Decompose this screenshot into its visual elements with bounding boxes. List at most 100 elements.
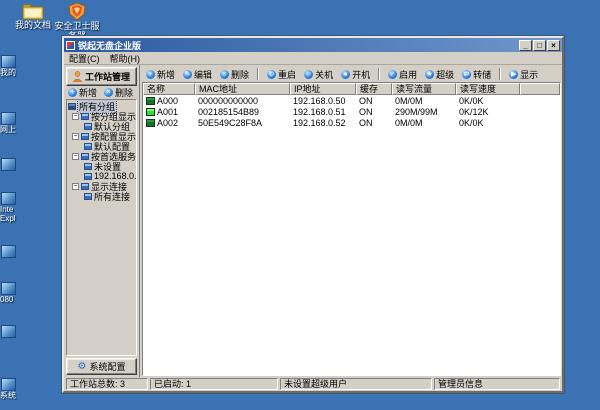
column-header-traffic[interactable]: 读写流量 [392, 83, 456, 95]
column-header-speed[interactable]: 读写速度 [456, 83, 520, 95]
person-icon [73, 71, 82, 82]
column-header-cache[interactable]: 缓存 [356, 83, 392, 95]
toolbar-label: 重启 [278, 68, 296, 81]
workstation-traffic: 0M/0M [392, 96, 456, 106]
config-icon [84, 143, 92, 150]
desktop-icon-label: Inte Expl [0, 205, 26, 223]
collapse-icon[interactable]: − [72, 133, 79, 140]
desktop-left-icon[interactable] [0, 245, 26, 258]
toolbar-label: 关机 [315, 68, 333, 81]
minimize-button[interactable]: _ [519, 40, 532, 51]
desktop-left-icon[interactable] [0, 325, 26, 338]
workstation-traffic: 0M/0M [392, 118, 456, 128]
display-icon: ▶ [509, 70, 518, 79]
tree-item-not-set[interactable]: 未设置 [68, 161, 136, 171]
connection-icon [84, 193, 92, 200]
toolbar-superuser-button[interactable]: ★超级 [425, 68, 454, 81]
shield-icon [68, 2, 86, 21]
system-config-label: 系统配置 [89, 360, 125, 373]
workstation-ip: 192.168.0.50 [290, 96, 356, 106]
desktop-left-icon[interactable]: 我的 [0, 55, 26, 77]
add-icon: + [146, 70, 155, 79]
desktop-icon-my-documents[interactable]: 我的文档 [10, 3, 56, 30]
workstation-manage-button[interactable]: 工作站管理 [66, 67, 137, 86]
menu-bar: 配置(C) 帮助(H) [64, 52, 562, 65]
group-tree: 所有分组 − 按分组显示 默认分组 − 按配置显示 [66, 99, 137, 356]
collapse-icon[interactable]: − [72, 153, 79, 160]
menu-config[interactable]: 配置(C) [69, 52, 100, 65]
tree-mini-toolbar: + 新增 × 删除 [66, 86, 137, 99]
column-header-mac[interactable]: MAC地址 [195, 83, 290, 95]
toolbar-separator [378, 68, 380, 80]
table-row[interactable]: A000 000000000000 192.168.0.50 ON 0M/0M … [143, 95, 560, 106]
generic-app-icon [1, 112, 16, 125]
server-icon [84, 173, 92, 180]
toolbar-add-button[interactable]: +新增 [146, 68, 175, 81]
desktop-left-icon[interactable]: 网上 [0, 112, 26, 134]
table-row[interactable]: A002 50E549C28F8A 192.168.0.52 ON 0M/0M … [143, 117, 560, 128]
tree-item-label: 所有连接 [94, 190, 130, 203]
enable-icon: ✓ [388, 70, 397, 79]
workstation-status-icon [146, 108, 155, 116]
tree-delete-label: 删除 [115, 86, 133, 99]
workstation-status-icon [146, 97, 155, 105]
tree-add-button[interactable]: + 新增 [68, 86, 97, 99]
main-area: +新增 ✎编辑 ×删除 ↻重启 ○关机 ●开机 ✓启用 ★超级 ⇄转储 ▶显示 … [140, 65, 562, 377]
column-header-name[interactable]: 名称 [143, 83, 195, 95]
title-bar[interactable]: 锐起无盘企业版 _ □ × [64, 38, 562, 52]
group-icon [68, 103, 76, 110]
toolbar-poweron-button[interactable]: ●开机 [341, 68, 370, 81]
group-icon [84, 123, 92, 130]
tree-item-all-connections[interactable]: 所有连接 [68, 191, 136, 201]
workstation-mac: 002185154B89 [195, 107, 290, 117]
column-header-filler [520, 83, 560, 95]
tree-add-label: 新增 [79, 86, 97, 99]
toolbar-shutdown-button[interactable]: ○关机 [304, 68, 333, 81]
internet-explorer-icon [1, 192, 16, 205]
toolbar-restart-button[interactable]: ↻重启 [267, 68, 296, 81]
folder-icon [22, 3, 44, 20]
delete-icon: × [104, 88, 113, 97]
menu-help[interactable]: 帮助(H) [110, 52, 141, 65]
desktop-left-icon[interactable]: 080 [0, 282, 26, 304]
group-icon [81, 113, 89, 120]
desktop-left-icon-internet-explorer[interactable]: Inte Expl [0, 192, 26, 223]
tree-delete-button[interactable]: × 删除 [104, 86, 133, 99]
toolbar-dump-button[interactable]: ⇄转储 [462, 68, 491, 81]
workstation-manage-label: 工作站管理 [85, 70, 130, 83]
column-header-ip[interactable]: IP地址 [290, 83, 356, 95]
status-admin-info: 管理员信息 [434, 378, 560, 390]
toolbar-separator [499, 68, 501, 80]
shutdown-icon: ○ [304, 70, 313, 79]
gear-icon: ⚙ [78, 361, 87, 372]
toolbar-enable-button[interactable]: ✓启用 [388, 68, 417, 81]
toolbar-edit-button[interactable]: ✎编辑 [183, 68, 212, 81]
workstation-name: A001 [157, 107, 178, 117]
app-window: 锐起无盘企业版 _ □ × 配置(C) 帮助(H) 工作站管理 + 新增 [62, 36, 564, 393]
desktop-icon-label: 080 [0, 295, 26, 304]
close-button[interactable]: × [547, 40, 560, 51]
desktop-left-icon[interactable]: 系统 [0, 378, 26, 400]
workstation-cache: ON [356, 96, 392, 106]
toolbar-delete-button[interactable]: ×删除 [220, 68, 249, 81]
restart-icon: ↻ [267, 70, 276, 79]
collapse-icon[interactable]: − [72, 183, 79, 190]
workstation-speed: 0K/0K [456, 118, 520, 128]
left-panel: 工作站管理 + 新增 × 删除 所有分组 − [64, 65, 140, 377]
toolbar: +新增 ✎编辑 ×删除 ↻重启 ○关机 ●开机 ✓启用 ★超级 ⇄转储 ▶显示 [142, 66, 561, 82]
workstation-mac: 000000000000 [195, 96, 290, 106]
toolbar-display-button[interactable]: ▶显示 [509, 68, 538, 81]
maximize-button[interactable]: □ [533, 40, 546, 51]
desktop-left-icon[interactable] [0, 158, 26, 171]
collapse-icon[interactable]: − [72, 113, 79, 120]
table-row[interactable]: A001 002185154B89 192.168.0.51 ON 290M/9… [143, 106, 560, 117]
status-started-count: 已启动: 1 [150, 378, 278, 390]
dump-icon: ⇄ [462, 70, 471, 79]
workstation-speed: 0K/12K [456, 107, 520, 117]
desktop-icon-label: 网上 [0, 125, 26, 134]
workstation-mac: 50E549C28F8A [195, 118, 290, 128]
workstation-ip: 192.168.0.51 [290, 107, 356, 117]
system-config-button[interactable]: ⚙ 系统配置 [66, 358, 137, 375]
app-icon [66, 41, 75, 50]
toolbar-label: 超级 [436, 68, 454, 81]
